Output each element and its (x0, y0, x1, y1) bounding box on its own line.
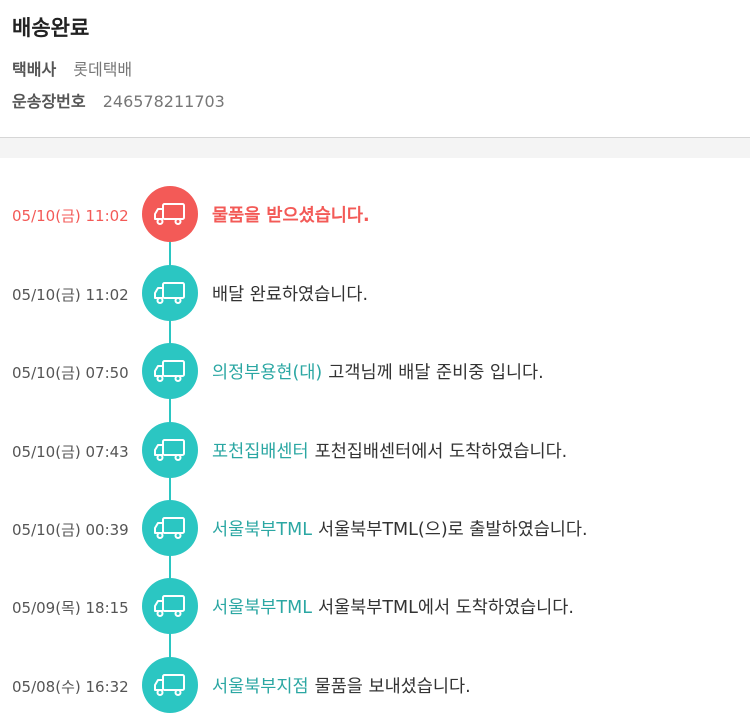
event-location: 의정부용현(대) (212, 363, 323, 383)
courier-value: 롯데택배 (73, 60, 133, 79)
timeline-event: 05/10(금) 07:43 포천집배센터 포천집배센터에서 도착하였습니다. (0, 422, 750, 478)
event-location: 서울북부지점 (212, 677, 309, 697)
courier-label: 택배사 (12, 60, 57, 79)
truck-icon (142, 500, 198, 556)
event-time: 05/10(금) 11:02 (12, 207, 129, 225)
event-text: 물품을 받으셨습니다. (212, 206, 370, 226)
truck-icon (142, 186, 198, 242)
event-time: 05/08(수) 16:32 (12, 678, 129, 696)
event-text: 포천집배센터에서 도착하였습니다. (314, 442, 568, 462)
truck-icon (142, 265, 198, 321)
courier-row: 택배사 롯데택배 (12, 56, 132, 80)
tracking-timeline: 05/10(금) 11:02 물품을 받으셨습니다. 05/10(금) 11:0… (0, 158, 750, 723)
delivery-status-title: 배송완료 (12, 16, 90, 40)
event-time: 05/10(금) 07:43 (12, 443, 129, 461)
event-message: 의정부용현(대) 고객님께 배달 준비중 입니다. (212, 359, 544, 384)
event-time: 05/10(금) 00:39 (12, 521, 129, 539)
section-separator (0, 138, 750, 158)
event-message: 서울북부지점 물품을 보내셨습니다. (212, 673, 471, 698)
event-text: 고객님께 배달 준비중 입니다. (328, 363, 544, 383)
timeline-event: 05/08(수) 16:32 서울북부지점 물품을 보내셨습니다. (0, 657, 750, 713)
timeline-event: 05/10(금) 11:02 배달 완료하였습니다. (0, 265, 750, 321)
event-text: 서울북부TML(으)로 출발하였습니다. (317, 520, 588, 540)
truck-icon (142, 343, 198, 399)
event-time: 05/10(금) 11:02 (12, 286, 129, 304)
timeline-event: 05/09(목) 18:15 서울북부TML 서울북부TML에서 도착하였습니다. (0, 578, 750, 634)
truck-icon (142, 657, 198, 713)
event-text: 배달 완료하였습니다. (212, 285, 369, 305)
event-location: 서울북부TML (212, 598, 312, 618)
tracking-row: 운송장번호 246578211703 (12, 88, 225, 112)
event-time: 05/10(금) 07:50 (12, 364, 129, 382)
event-text: 서울북부TML에서 도착하였습니다. (317, 598, 574, 618)
delivery-header: 배송완료 택배사 롯데택배 운송장번호 246578211703 (0, 0, 750, 137)
event-message: 포천집배센터 포천집배센터에서 도착하였습니다. (212, 438, 567, 463)
event-text: 물품을 보내셨습니다. (314, 677, 471, 697)
event-message: 물품을 받으셨습니다. (212, 202, 370, 227)
event-message: 배달 완료하였습니다. (212, 281, 368, 306)
tracking-number-label: 운송장번호 (12, 92, 86, 111)
timeline-event: 05/10(금) 07:50 의정부용현(대) 고객님께 배달 준비중 입니다. (0, 343, 750, 399)
timeline-event: 05/10(금) 00:39 서울북부TML 서울북부TML(으)로 출발하였습니… (0, 500, 750, 556)
event-message: 서울북부TML 서울북부TML(으)로 출발하였습니다. (212, 516, 588, 541)
truck-icon (142, 422, 198, 478)
tracking-number-value: 246578211703 (102, 92, 225, 111)
truck-icon (142, 578, 198, 634)
event-message: 서울북부TML 서울북부TML에서 도착하였습니다. (212, 594, 574, 619)
event-time: 05/09(목) 18:15 (12, 599, 129, 617)
event-location: 포천집배센터 (212, 442, 309, 462)
timeline-event: 05/10(금) 11:02 물품을 받으셨습니다. (0, 186, 750, 242)
event-location: 서울북부TML (212, 520, 312, 540)
